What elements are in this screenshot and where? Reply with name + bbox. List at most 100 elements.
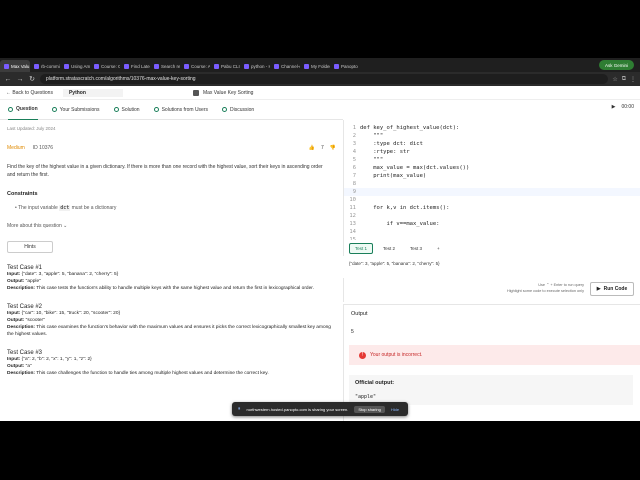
question-subtabs: Question Your Submissions Solution Solution… (0, 100, 343, 120)
hints-button[interactable]: Hints (7, 241, 53, 253)
hide-share-bar-button[interactable]: Hide (391, 407, 399, 412)
browser-tab[interactable]: python - How (240, 60, 270, 72)
test-tab[interactable]: Test 1 (349, 242, 374, 254)
code-line[interactable]: 6 max_value = max(dct.values()) (344, 164, 640, 172)
browser-tab[interactable]: Search results (150, 60, 180, 72)
star-icon[interactable]: ☆ (612, 76, 617, 83)
subtab-label: Your Submissions (59, 106, 100, 113)
line-number: 1 (352, 125, 356, 131)
back-arrow-icon[interactable]: ← (4, 76, 12, 83)
add-test-button[interactable]: + (432, 244, 445, 253)
play-icon[interactable]: ▶ (612, 104, 616, 110)
browser-tab[interactable]: rb-commis-c (30, 60, 60, 72)
current-page-tab: Max Value Key Sorting (192, 89, 253, 96)
test-case-input-label: Input: (7, 311, 21, 316)
browser-tab-label: My Folder : Pa (311, 63, 330, 69)
code-line[interactable]: 9 (344, 188, 640, 196)
browser-tab[interactable]: Panopto (330, 60, 360, 72)
code-line[interactable]: 2 """ (344, 132, 640, 140)
run-code-button[interactable]: ▶ Run Code (590, 282, 634, 296)
test-case-output-value: "apple" (25, 279, 41, 284)
browser-tab-label: Course: Comp (101, 63, 120, 69)
test-case-output-label: Output: (7, 279, 25, 284)
browser-tab[interactable]: Find Latest Sc (120, 60, 150, 72)
screen-share-bar: ⏸ northwestern.hosted.panopto.com is sha… (232, 402, 408, 416)
more-about-question[interactable]: More about this question ⌄ (7, 223, 336, 229)
line-number: 7 (352, 173, 356, 179)
browser-tab-label: Max Valu (11, 63, 30, 69)
address-bar: ← → ↻ platform.stratascratch.com/algorit… (0, 72, 640, 86)
question-panel: Last Updated: July 2024 Medium ID 10376 … (0, 120, 343, 421)
browser-tab[interactable]: Channel-comm (270, 60, 300, 72)
thumbs-up-icon[interactable]: 👍 (309, 145, 315, 151)
subtab-label: Discussion (230, 106, 255, 113)
test-case-description-value: This case tests the function's ability t… (36, 286, 314, 291)
browser-tab-strip: Max Valu rb-commis-c Using Amazo Course: Co… (0, 58, 640, 72)
code-line[interactable]: 11 for k,v in dct.items(): (344, 204, 640, 212)
language-select[interactable]: Python (62, 88, 123, 97)
browser-tab[interactable]: Course: Amazo (180, 60, 210, 72)
test-tab[interactable]: Test 2 (378, 244, 400, 253)
code-text: :type dct: dict (360, 141, 423, 147)
browser-tab[interactable]: My Folder : Pa (300, 60, 330, 72)
editor-toolbar: ▶ 00:00 (612, 104, 634, 110)
line-number: 9 (352, 189, 356, 195)
browser-tab-label: Course: Amazo (191, 63, 210, 69)
code-line[interactable]: 4 :rtype: str (344, 148, 640, 156)
code-line[interactable]: 12 (344, 212, 640, 220)
question-id: ID 10376 (32, 145, 54, 151)
puzzle-icon[interactable]: ⧉ (622, 76, 626, 83)
subtab-your-submissions[interactable]: Your Submissions (51, 100, 100, 120)
test-tab[interactable]: Test 3 (405, 244, 427, 253)
code-line[interactable]: 5 """ (344, 156, 640, 164)
subtab-question[interactable]: Question (8, 100, 38, 120)
tab-favicon-icon (124, 63, 129, 69)
gemini-button[interactable]: Ask Gemini (598, 60, 634, 70)
code-line[interactable]: 8 (344, 180, 640, 188)
tab-favicon-icon (304, 63, 309, 69)
menu-icon[interactable]: ⋮ (630, 76, 636, 83)
tab-favicon-icon (184, 63, 189, 69)
code-text: if v==max_value: (360, 221, 440, 227)
constraints-heading: Constraints (7, 191, 38, 197)
browser-tab[interactable]: Course: Comp (90, 60, 120, 72)
code-line[interactable]: 10 (344, 196, 640, 204)
browser-tab[interactable]: Max Valu (0, 60, 30, 72)
subtab-solutions-from-users[interactable]: Solutions from Users (153, 100, 208, 120)
subtab-label: Question (16, 106, 38, 112)
back-to-questions-link[interactable]: ← Back to Questions (6, 90, 53, 96)
code-line[interactable]: 13 if v==max_value: (344, 220, 640, 228)
test-case-output: Output: "scooter" (7, 317, 337, 324)
code-text: """ (360, 133, 384, 139)
difficulty-badge: Medium (7, 145, 25, 151)
reload-icon[interactable]: ↻ (28, 75, 36, 83)
subtab-solution[interactable]: Solution (113, 100, 140, 120)
thumbs-down-icon[interactable]: 👎 (330, 145, 336, 151)
browser-tab[interactable]: Pabu CLI — Te (210, 60, 240, 72)
constraint-code: dct (59, 205, 71, 211)
test-case-output: Output: "apple" (7, 278, 337, 285)
test-case-output-value: "scooter" (25, 318, 45, 323)
constraint-item: • The input variable dct must be a dicti… (15, 205, 117, 211)
tab-icon (113, 107, 119, 112)
tab-favicon-icon (4, 63, 9, 69)
code-line[interactable]: 14 (344, 228, 640, 236)
code-line[interactable]: 3 :type dct: dict (344, 140, 640, 148)
tab-icon (153, 107, 159, 112)
browser-tab[interactable]: Using Amazo (60, 60, 90, 72)
test-input[interactable]: {"date": 3, "apple": 5, "banana": 2, "ch… (349, 261, 440, 266)
question-meta: Medium ID 10376 👍 7 👎 (7, 145, 336, 151)
code-editor[interactable]: 1 def key_of_highest_value(dct): 2 """ 3 :t… (343, 120, 640, 240)
test-case-description: Description: This case tests the functio… (7, 285, 337, 292)
code-text: print(max_value) (360, 173, 427, 179)
url-field[interactable]: platform.stratascratch.com/algorithms/10… (40, 74, 609, 84)
code-line[interactable]: 7 print(max_value) (344, 172, 640, 180)
test-case-description-label: Description: (7, 325, 35, 330)
constraint-tail: must be a dictionary (71, 205, 117, 211)
forward-arrow-icon[interactable]: → (16, 76, 24, 83)
code-line[interactable]: 1 def key_of_highest_value(dct): (344, 124, 640, 132)
tab-icon (222, 107, 227, 112)
stop-sharing-button[interactable]: Stop sharing (354, 405, 385, 413)
tab-favicon-icon (34, 63, 39, 69)
subtab-discussion[interactable]: Discussion (222, 100, 254, 120)
